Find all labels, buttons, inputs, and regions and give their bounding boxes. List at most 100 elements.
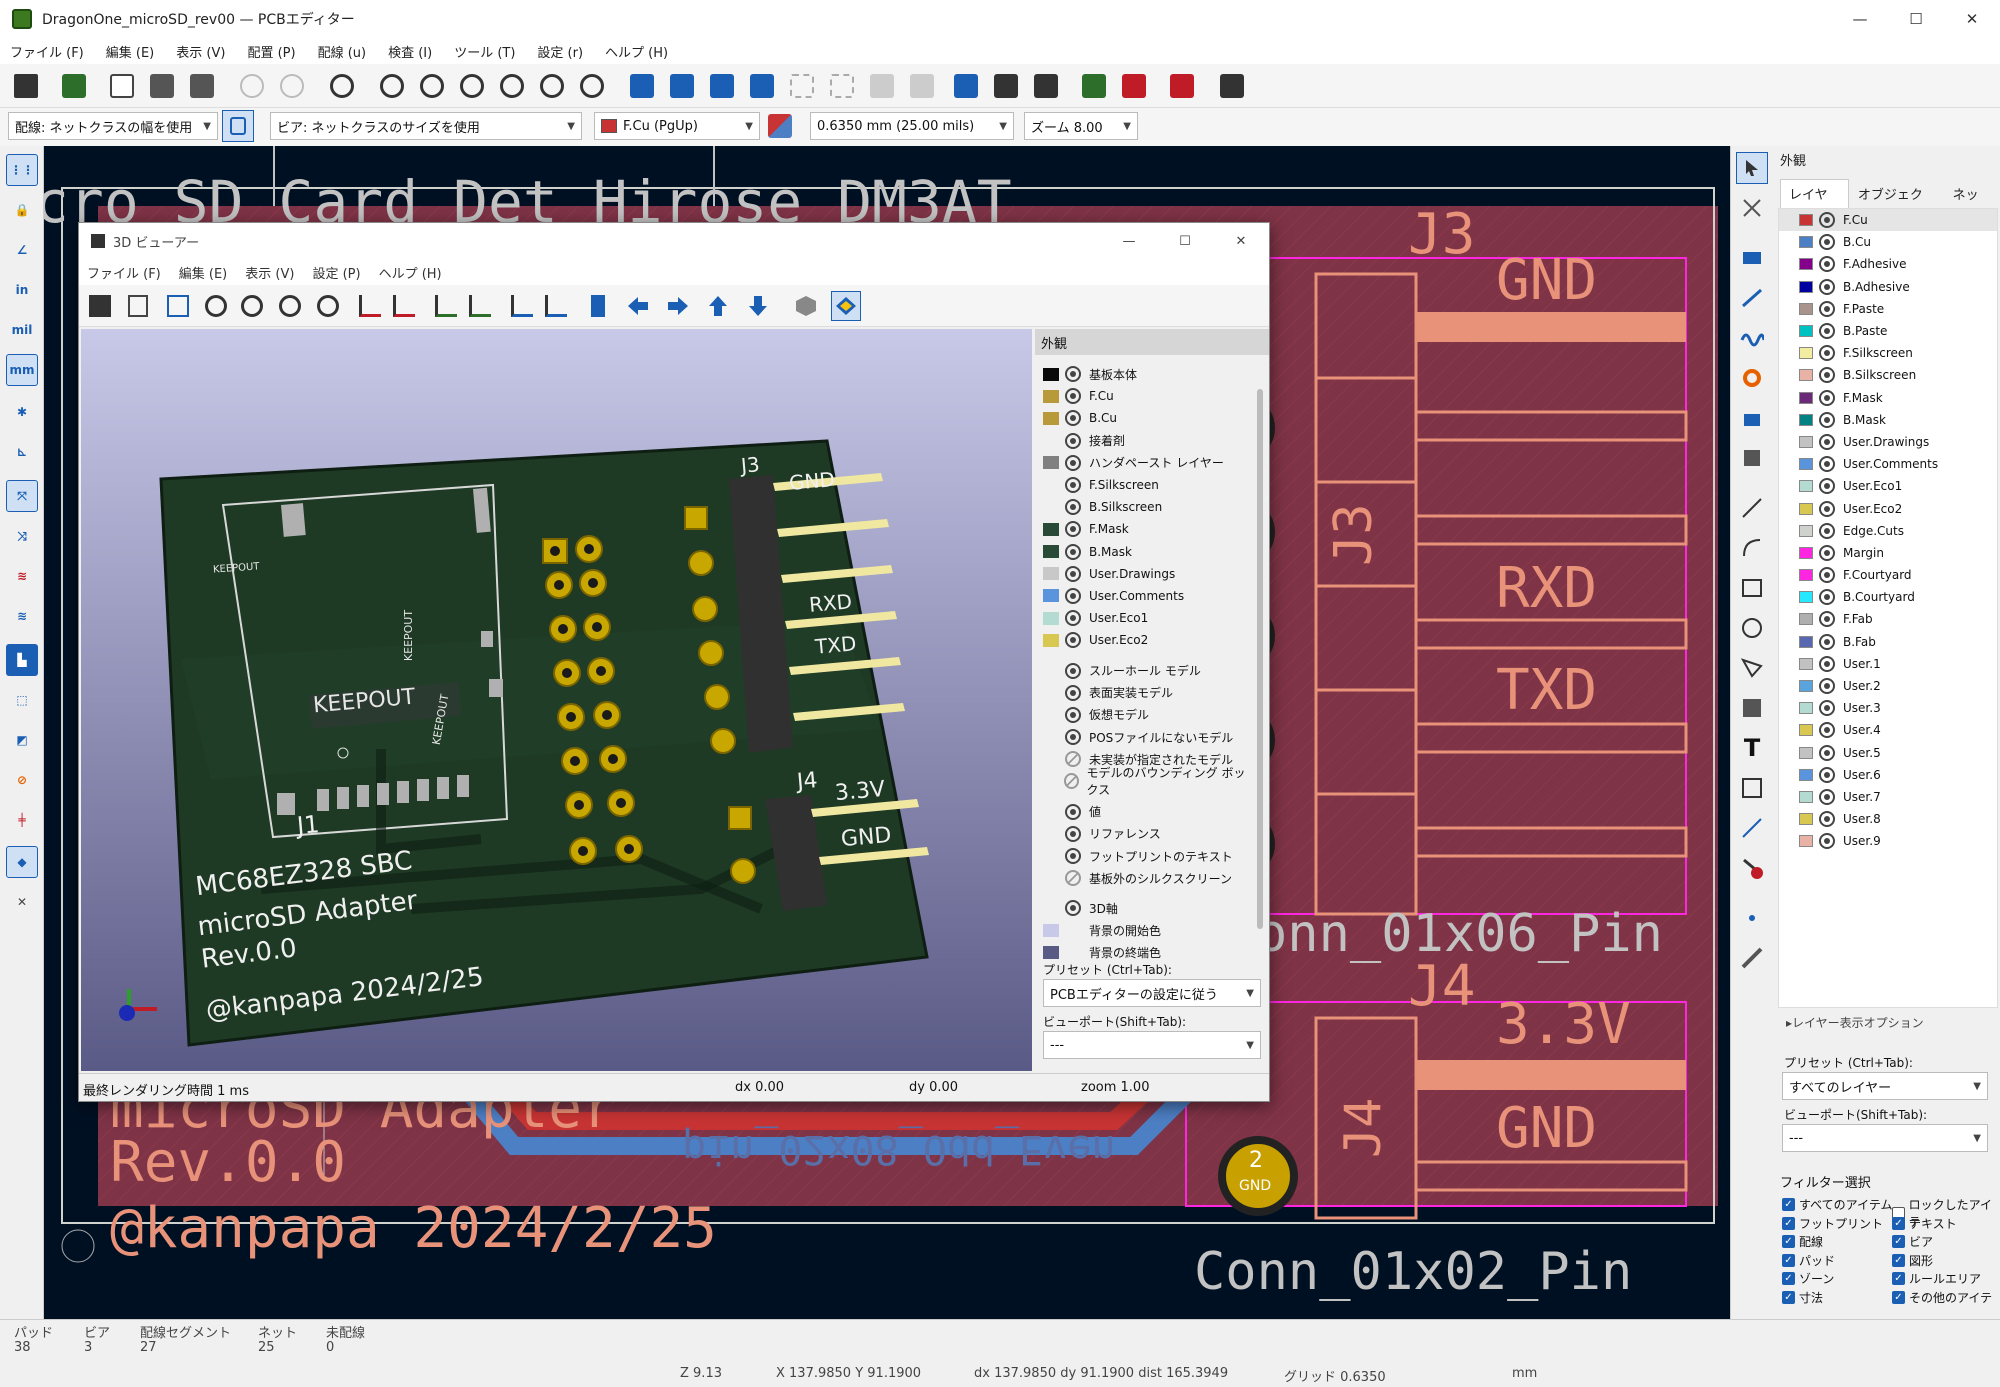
rotate-ccw-icon[interactable] <box>626 70 658 102</box>
add-image-icon[interactable] <box>1736 692 1768 724</box>
add-dimension-icon[interactable] <box>1736 812 1768 844</box>
lock-layers-icon[interactable]: 🔒 <box>6 194 38 226</box>
ungroup-icon[interactable] <box>826 70 858 102</box>
unlock-icon[interactable] <box>906 70 938 102</box>
console-icon[interactable] <box>1216 70 1248 102</box>
visibility-eye-icon[interactable] <box>1065 848 1081 865</box>
layer-color-swatch[interactable] <box>1799 325 1813 338</box>
via-size-select[interactable]: ビア: ネットクラスのサイズを使用 ▼ <box>270 112 582 140</box>
visibility-eye-icon[interactable] <box>1065 388 1081 405</box>
lock-icon[interactable] <box>866 70 898 102</box>
layer-select[interactable]: F.Cu (PgUp) ▼ <box>594 112 760 140</box>
3d-bg-color-row[interactable]: 背景の開始色 <box>1035 920 1253 942</box>
layer-row[interactable]: B.Paste <box>1779 320 1997 342</box>
3d-misc-row[interactable]: フットプリントのテキスト <box>1035 845 1253 867</box>
zoom-out-icon[interactable] <box>456 70 488 102</box>
copy-image-icon[interactable] <box>123 291 153 321</box>
layer-color-swatch[interactable] <box>1799 502 1813 515</box>
plot-icon[interactable] <box>186 70 218 102</box>
redo-icon[interactable] <box>276 70 308 102</box>
menu-preferences[interactable]: 設定 (r) <box>537 42 583 61</box>
3d-model-row[interactable]: 仮想モデル <box>1035 704 1253 726</box>
checkbox-checked-icon[interactable]: ✓ <box>1892 1272 1905 1285</box>
layer-color-swatch[interactable] <box>1799 746 1813 759</box>
layer-color-swatch[interactable] <box>1799 413 1813 426</box>
board-setup-icon[interactable] <box>58 70 90 102</box>
layer-color-swatch[interactable] <box>1799 480 1813 493</box>
layer-color-swatch[interactable] <box>1799 702 1813 715</box>
3d-layer-row[interactable]: F.Silkscreen <box>1035 474 1253 496</box>
zoom-select[interactable]: ズーム 8.00 ▼ <box>1024 112 1138 140</box>
layer-color-swatch[interactable] <box>1799 790 1813 803</box>
layer-row[interactable]: B.Adhesive <box>1779 276 1997 298</box>
rotate-z-cw-icon[interactable] <box>541 291 571 321</box>
group-icon[interactable] <box>786 70 818 102</box>
move-up-icon[interactable] <box>703 291 733 321</box>
visibility-eye-icon[interactable] <box>1065 366 1081 383</box>
visibility-eye-icon[interactable] <box>1065 477 1081 494</box>
layer-row[interactable]: User.2 <box>1779 675 1997 697</box>
visibility-eye-icon[interactable] <box>1819 256 1835 273</box>
add-zone-icon[interactable] <box>1736 402 1768 434</box>
high-contrast-icon[interactable]: ≋ <box>6 560 38 592</box>
curved-ratsnest-icon[interactable]: ⤨ <box>6 520 38 552</box>
3d-viewport-select[interactable]: --- ▼ <box>1043 1031 1261 1059</box>
visibility-eye-icon[interactable] <box>1065 499 1081 516</box>
3d-layer-row[interactable]: User.Eco1 <box>1035 607 1253 629</box>
layer-color-swatch[interactable] <box>1799 347 1813 360</box>
update-pcb-icon[interactable] <box>950 70 982 102</box>
undo-icon[interactable] <box>236 70 268 102</box>
visibility-eye-icon[interactable] <box>1065 632 1081 649</box>
net-color-icon[interactable]: ≋ <box>6 600 38 632</box>
checkbox-checked-icon[interactable]: ✓ <box>1892 1253 1905 1267</box>
visibility-hidden-icon[interactable] <box>1065 870 1081 887</box>
layer-color-swatch[interactable] <box>1799 724 1813 737</box>
layer-color-swatch[interactable] <box>1799 591 1813 604</box>
layer-row[interactable]: User.1 <box>1779 653 1997 675</box>
visibility-eye-icon[interactable] <box>1065 587 1081 604</box>
3d-menu-file[interactable]: ファイル (F) <box>87 263 161 282</box>
visibility-eye-icon[interactable] <box>1819 788 1835 805</box>
layer-row[interactable]: User.Comments <box>1779 453 1997 475</box>
checkbox-checked-icon[interactable]: ✓ <box>1782 1290 1795 1304</box>
3d-minimize-button[interactable]: — <box>1101 223 1157 259</box>
move-down-icon[interactable] <box>743 291 773 321</box>
layer-row[interactable]: F.Silkscreen <box>1779 342 1997 364</box>
visibility-eye-icon[interactable] <box>1819 456 1835 473</box>
3d-layer-scrollbar[interactable] <box>1257 389 1263 929</box>
layer-row[interactable]: B.Mask <box>1779 409 1997 431</box>
layer-row[interactable]: User.9 <box>1779 830 1997 852</box>
layer-color-swatch[interactable] <box>1043 500 1059 514</box>
zoom-in-icon[interactable] <box>416 70 448 102</box>
delete-tool-icon[interactable] <box>1736 852 1768 884</box>
layer-color-swatch[interactable] <box>1799 657 1813 670</box>
layer-row[interactable]: B.Fab <box>1779 631 1997 653</box>
zoom-out-3d-icon[interactable] <box>275 291 305 321</box>
layer-color-swatch[interactable] <box>1799 635 1813 648</box>
grid-select[interactable]: 0.6350 mm (25.00 mils) ▼ <box>810 112 1014 140</box>
menu-route[interactable]: 配線 (u) <box>318 42 367 61</box>
zoom-objects-icon[interactable] <box>536 70 568 102</box>
pad-display-icon[interactable]: ◩ <box>6 724 38 756</box>
3d-preset-select[interactable]: PCBエディターの設定に従う ▼ <box>1043 979 1261 1007</box>
layer-color-swatch[interactable] <box>1799 391 1813 404</box>
layer-color-swatch[interactable] <box>1799 680 1813 693</box>
visibility-eye-icon[interactable] <box>1819 323 1835 340</box>
visibility-hidden-icon[interactable] <box>1063 773 1079 790</box>
viewport-select[interactable]: --- ▼ <box>1782 1124 1988 1152</box>
flip-board-icon[interactable] <box>583 291 613 321</box>
rotate-z-ccw-icon[interactable] <box>507 291 537 321</box>
rotate-y-ccw-icon[interactable] <box>431 291 461 321</box>
close-button[interactable]: ✕ <box>1944 0 2000 38</box>
visibility-eye-icon[interactable] <box>1819 744 1835 761</box>
add-text-icon[interactable]: T <box>1736 732 1768 764</box>
menu-inspect[interactable]: 検査 (I) <box>388 42 432 61</box>
visibility-eye-icon[interactable] <box>1819 433 1835 450</box>
layer-color-swatch[interactable] <box>1043 367 1059 381</box>
layer-row[interactable]: F.Mask <box>1779 387 1997 409</box>
layer-color-swatch[interactable] <box>1799 214 1813 227</box>
draw-polygon-icon[interactable] <box>1736 652 1768 684</box>
rotate-x-cw-icon[interactable] <box>389 291 419 321</box>
visibility-eye-icon[interactable] <box>1065 729 1081 746</box>
ortho-toggle-icon[interactable] <box>791 291 821 321</box>
